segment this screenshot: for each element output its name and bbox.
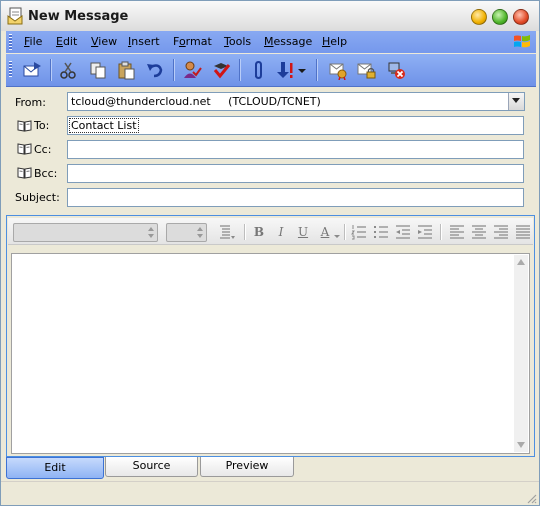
resize-grip-icon[interactable]: [525, 492, 537, 504]
menu-tools[interactable]: Tools: [224, 35, 251, 48]
menu-insert[interactable]: Insert: [128, 35, 160, 48]
cc-field[interactable]: [67, 140, 524, 159]
paragraph-style-icon[interactable]: [218, 223, 236, 241]
menu-view-label: iew: [98, 35, 118, 48]
menu-message-mnemonic: M: [264, 35, 274, 48]
toolbar-grip[interactable]: [9, 61, 12, 77]
body-scrollbar[interactable]: [514, 255, 528, 452]
menu-help-label: elp: [330, 35, 348, 48]
menu-tools-label: ools: [228, 35, 252, 48]
maximize-button[interactable]: [492, 9, 508, 25]
menu-format-mnemonic: o: [178, 35, 186, 48]
menu-format[interactable]: Format: [173, 35, 212, 48]
menu-bar: File Edit View Insert Format Tools Messa…: [6, 31, 536, 53]
menu-file[interactable]: File: [24, 35, 42, 48]
tab-preview[interactable]: Preview: [200, 457, 294, 477]
chevron-down-icon: [512, 98, 520, 103]
windows-logo-icon: [514, 35, 530, 48]
underline-button[interactable]: U: [294, 223, 312, 241]
toolbar-separator: [173, 59, 174, 81]
title-bar[interactable]: New Message: [1, 1, 539, 31]
cut-icon[interactable]: [58, 60, 78, 80]
align-left-icon[interactable]: [448, 223, 466, 241]
address-book-icon[interactable]: [17, 120, 32, 132]
menu-view[interactable]: View: [91, 35, 117, 48]
new-message-window: New Message File Edit View Insert Format…: [0, 0, 540, 506]
font-size-select[interactable]: [166, 223, 207, 242]
format-separator: [244, 224, 245, 240]
scroll-down-icon[interactable]: [517, 442, 525, 448]
from-dropdown-button[interactable]: [508, 93, 524, 110]
bcc-field[interactable]: [67, 164, 524, 183]
priority-icon[interactable]: [274, 60, 294, 80]
menu-edit-mnemonic: E: [56, 35, 63, 48]
to-recipient-chip[interactable]: Contact List: [69, 118, 139, 133]
format-toolbar: B I U A: [8, 218, 533, 245]
tab-source[interactable]: Source: [105, 457, 198, 477]
increase-indent-icon[interactable]: [416, 223, 434, 241]
align-center-icon[interactable]: [470, 223, 488, 241]
tab-edit[interactable]: Edit: [6, 457, 104, 479]
minimize-button[interactable]: [471, 9, 487, 25]
font-name-select[interactable]: [13, 223, 158, 242]
dropdown-arrow-icon[interactable]: [297, 60, 307, 80]
spin-arrows-icon: [197, 227, 203, 238]
paste-icon[interactable]: [116, 60, 136, 80]
copy-icon[interactable]: [88, 60, 108, 80]
sign-icon[interactable]: [328, 60, 348, 80]
from-label: From:: [15, 96, 46, 109]
format-separator: [344, 224, 345, 240]
view-tabs: Edit Source Preview: [6, 457, 535, 479]
bcc-label[interactable]: Bcc:: [34, 167, 57, 180]
offline-icon[interactable]: [386, 60, 406, 80]
to-label[interactable]: To:: [34, 119, 49, 132]
check-names-icon[interactable]: [182, 60, 202, 80]
close-button[interactable]: [513, 9, 529, 25]
toolbar-separator: [316, 59, 317, 81]
toolbar-separator: [239, 59, 240, 81]
numbered-list-icon[interactable]: [350, 223, 368, 241]
encrypt-icon[interactable]: [356, 60, 376, 80]
from-select[interactable]: tcloud@thundercloud.net (TCLOUD/TCNET): [67, 92, 525, 111]
new-message-icon: [7, 7, 23, 25]
bullet-list-icon[interactable]: [372, 223, 390, 241]
spin-arrows-icon: [148, 227, 154, 238]
menu-format-label: rmat: [185, 35, 212, 48]
message-editor: B I U A: [6, 215, 535, 457]
message-body[interactable]: [11, 253, 530, 454]
spelling-icon[interactable]: [211, 60, 231, 80]
menu-message[interactable]: Message: [264, 35, 312, 48]
main-toolbar: [6, 54, 536, 87]
menu-edit[interactable]: Edit: [56, 35, 77, 48]
italic-button[interactable]: I: [272, 223, 290, 241]
attach-icon[interactable]: [248, 60, 268, 80]
subject-field[interactable]: [67, 188, 524, 207]
scroll-up-icon[interactable]: [517, 259, 525, 265]
menu-insert-label: nsert: [131, 35, 160, 48]
menu-help[interactable]: Help: [322, 35, 347, 48]
address-book-icon[interactable]: [17, 143, 32, 155]
align-right-icon[interactable]: [492, 223, 510, 241]
format-separator: [440, 224, 441, 240]
status-bar: [1, 481, 539, 505]
window-title: New Message: [28, 9, 129, 24]
menu-edit-label: dit: [62, 35, 78, 48]
to-field[interactable]: Contact List: [67, 116, 524, 135]
undo-icon[interactable]: [145, 60, 165, 80]
menu-file-label: ile: [29, 35, 43, 48]
justify-icon[interactable]: [514, 223, 532, 241]
font-color-dropdown-icon[interactable]: [333, 223, 341, 241]
send-icon[interactable]: [22, 60, 42, 80]
from-value: tcloud@thundercloud.net (TCLOUD/TCNET): [71, 95, 321, 108]
font-color-button[interactable]: A: [316, 223, 334, 241]
menu-message-label: essage: [273, 35, 313, 48]
menu-grip[interactable]: [9, 34, 12, 50]
subject-label: Subject:: [15, 191, 60, 204]
cc-label[interactable]: Cc:: [34, 143, 51, 156]
toolbar-separator: [50, 59, 51, 81]
address-book-icon[interactable]: [17, 167, 32, 179]
decrease-indent-icon[interactable]: [394, 223, 412, 241]
bold-button[interactable]: B: [250, 223, 268, 241]
